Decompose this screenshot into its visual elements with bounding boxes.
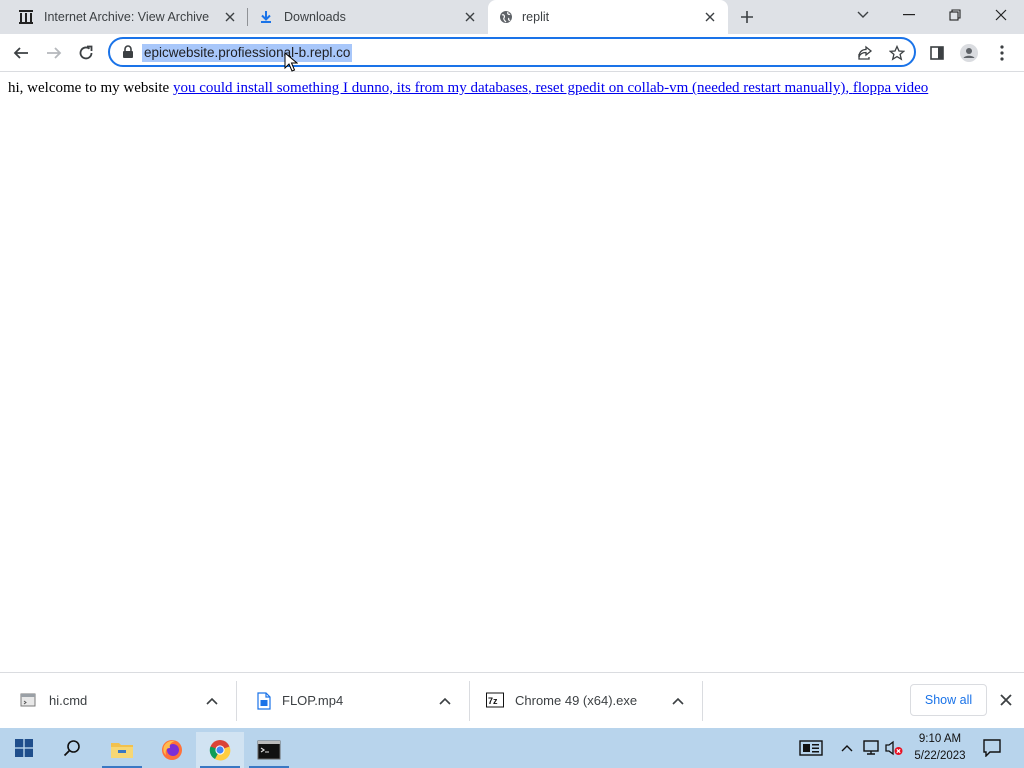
tab-search-icon[interactable]: [850, 4, 876, 26]
file-explorer-icon[interactable]: [98, 732, 146, 768]
download-shelf: hi.cmd FLOP.mp4 7z Chrome 49 (x64).exe S…: [0, 672, 1024, 728]
close-tab-icon[interactable]: [702, 9, 718, 25]
show-hidden-icons-icon[interactable]: [837, 738, 857, 758]
browser-toolbar: epicwebsite.profiessional-b.repl.co: [0, 34, 1024, 72]
menu-kebab-icon[interactable]: [991, 42, 1013, 64]
download-item[interactable]: hi.cmd: [0, 673, 237, 729]
address-bar[interactable]: epicwebsite.profiessional-b.repl.co: [108, 37, 916, 67]
tab-downloads[interactable]: Downloads: [248, 0, 488, 34]
7zip-file-icon: 7z: [486, 692, 504, 710]
download-item[interactable]: 7z Chrome 49 (x64).exe: [470, 673, 703, 729]
link-install-something[interactable]: you could install something I dunno, its…: [173, 80, 528, 96]
welcome-line: hi, welcome to my website you could inst…: [8, 80, 928, 97]
mouse-cursor-icon: [284, 52, 298, 72]
download-filename: hi.cmd: [49, 693, 88, 708]
forward-button[interactable]: [43, 42, 65, 64]
download-filename: FLOP.mp4: [282, 693, 344, 708]
close-window-button[interactable]: [988, 4, 1014, 26]
tab-title: Downloads: [284, 10, 346, 24]
tab-title: replit: [522, 10, 550, 24]
page-content: hi, welcome to my website you could inst…: [0, 52, 1024, 672]
bookmark-star-icon[interactable]: [888, 44, 906, 62]
close-tab-icon[interactable]: [222, 9, 238, 25]
profile-avatar-icon[interactable]: [958, 42, 980, 64]
taskbar-clock[interactable]: 9:10 AM 5/22/2023: [908, 731, 972, 765]
tab-replit[interactable]: replit: [488, 0, 728, 34]
close-shelf-icon[interactable]: [997, 691, 1015, 709]
tab-title: Internet Archive: View Archive: [44, 10, 210, 24]
back-button[interactable]: [10, 42, 32, 64]
notifications-icon[interactable]: [982, 738, 1002, 758]
chevron-up-icon[interactable]: [670, 693, 686, 709]
svg-text:7z: 7z: [488, 696, 498, 706]
download-divider: [702, 681, 703, 721]
close-tab-icon[interactable]: [462, 9, 478, 25]
chevron-up-icon[interactable]: [204, 693, 220, 709]
chevron-up-icon[interactable]: [437, 693, 453, 709]
share-icon[interactable]: [856, 44, 874, 62]
network-icon[interactable]: [861, 738, 881, 758]
video-file-icon: [257, 692, 273, 710]
tab-internet-archive[interactable]: Internet Archive: View Archive: [8, 0, 248, 34]
firefox-icon[interactable]: [148, 732, 196, 768]
taskbar: 9:10 AM 5/22/2023: [0, 728, 1024, 768]
url-text[interactable]: epicwebsite.profiessional-b.repl.co: [142, 44, 353, 62]
show-all-button[interactable]: Show all: [910, 684, 987, 716]
download-item[interactable]: FLOP.mp4: [237, 673, 470, 729]
clock-date: 5/22/2023: [914, 750, 966, 762]
start-button[interactable]: [0, 728, 48, 768]
intro-text: hi, welcome to my website: [8, 80, 170, 96]
archive-icon: [18, 9, 34, 25]
search-icon[interactable]: [48, 728, 96, 768]
globe-icon: [498, 9, 514, 25]
download-icon: [258, 9, 274, 25]
download-filename: Chrome 49 (x64).exe: [515, 693, 638, 708]
reload-button[interactable]: [75, 42, 97, 64]
clock-time: 9:10 AM: [918, 733, 962, 745]
cmd-file-icon: [20, 692, 36, 710]
tab-strip: Internet Archive: View Archive Downloads…: [0, 0, 1024, 34]
side-panel-icon[interactable]: [926, 42, 948, 64]
minimize-button[interactable]: [896, 4, 922, 26]
new-tab-button[interactable]: [737, 7, 757, 27]
volume-muted-icon[interactable]: [884, 738, 904, 758]
lock-icon[interactable]: [122, 45, 136, 59]
link-separator[interactable]: ,: [845, 80, 853, 96]
news-widget-icon[interactable]: [798, 738, 824, 758]
link-floppa-video[interactable]: floppa video: [853, 80, 928, 96]
chrome-icon[interactable]: [196, 732, 244, 768]
command-prompt-icon[interactable]: [245, 732, 293, 768]
link-reset-gpedit[interactable]: reset gpedit on collab-vm (needed restar…: [535, 80, 845, 96]
restore-button[interactable]: [942, 4, 968, 26]
